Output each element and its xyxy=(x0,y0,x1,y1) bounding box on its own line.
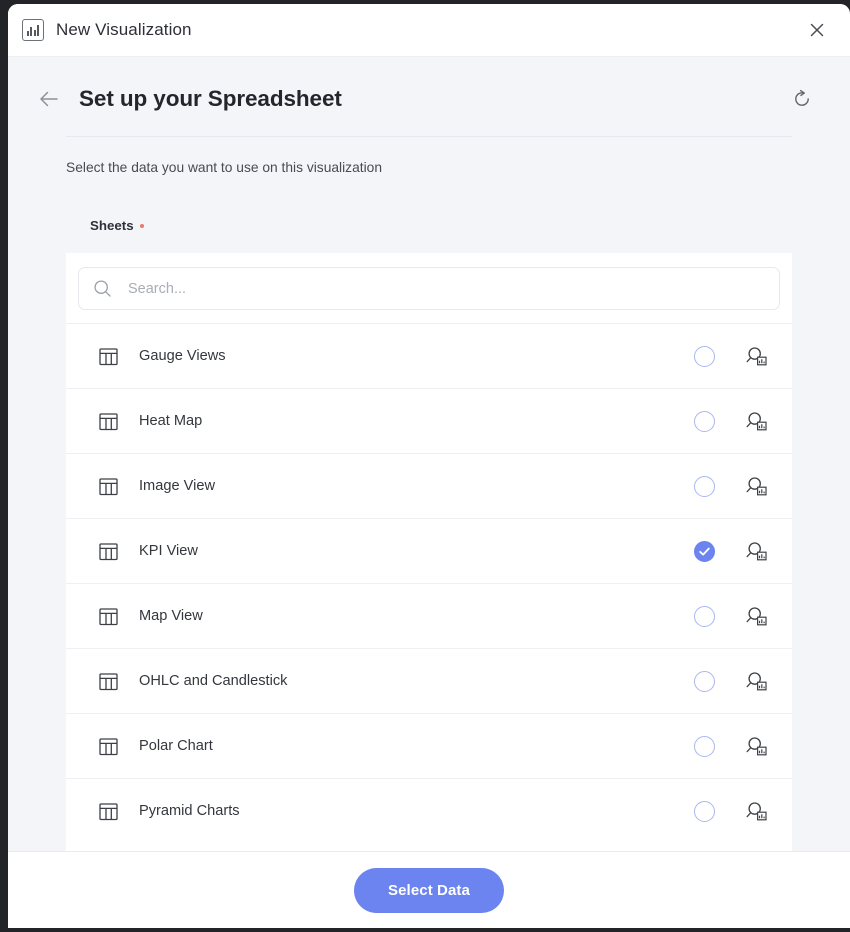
table-grid-icon xyxy=(99,802,118,820)
magnifier-chart-icon[interactable] xyxy=(745,540,768,563)
row-radio-selected[interactable] xyxy=(694,540,715,562)
table-grid-icon xyxy=(98,541,119,562)
magnifier-chart-icon xyxy=(746,541,767,560)
row-radio[interactable] xyxy=(694,670,715,692)
magnifier-chart-icon[interactable] xyxy=(745,345,768,368)
refresh-icon xyxy=(795,89,809,106)
row-radio[interactable] xyxy=(694,735,715,757)
page-title: Set up your Spreadsheet xyxy=(79,86,342,111)
table-grid-icon xyxy=(98,411,119,432)
new-visualization-dialog: New Visualization Set up your Spreadshee… xyxy=(8,4,850,928)
dialog-content: Set up your Spreadsheet Select the data … xyxy=(8,57,850,851)
page-header: Set up your Spreadsheet xyxy=(8,57,850,115)
search-box[interactable] xyxy=(78,267,780,310)
magnifier-chart-icon[interactable] xyxy=(745,605,768,628)
sheets-label-text: Sheets xyxy=(90,218,134,233)
row-label: Heat Map xyxy=(139,413,203,429)
refresh-button[interactable] xyxy=(786,83,818,115)
table-row[interactable]: Gauge Views xyxy=(66,323,792,388)
row-radio[interactable] xyxy=(694,345,715,367)
table-row[interactable]: Pyramid Charts xyxy=(66,778,792,843)
back-button[interactable] xyxy=(34,84,64,114)
table-grid-icon xyxy=(99,542,118,560)
magnifier-chart-icon[interactable] xyxy=(745,410,768,433)
row-label: Pyramid Charts xyxy=(139,803,240,819)
magnifier-chart-icon xyxy=(746,411,767,430)
magnifier-chart-icon xyxy=(746,606,767,625)
close-icon xyxy=(810,23,824,37)
table-grid-icon xyxy=(99,347,118,365)
required-dot-icon xyxy=(139,223,144,228)
table-grid-icon xyxy=(98,671,119,692)
page-subtitle: Select the data you want to use on this … xyxy=(66,160,382,175)
row-label: Gauge Views xyxy=(139,348,226,364)
magnifier-chart-icon[interactable] xyxy=(745,475,768,498)
table-grid-icon xyxy=(98,606,119,627)
table-grid-icon xyxy=(98,801,119,822)
table-grid-icon xyxy=(98,476,119,497)
table-grid-icon xyxy=(99,412,118,430)
magnifier-chart-icon xyxy=(746,346,767,365)
table-grid-icon xyxy=(99,607,118,625)
table-row[interactable]: Map View xyxy=(66,583,792,648)
table-grid-icon xyxy=(98,346,119,367)
dialog-footer: Select Data xyxy=(8,851,850,928)
row-label: Polar Chart xyxy=(139,738,213,754)
magnifier-chart-icon xyxy=(746,801,767,820)
magnifier-chart-icon[interactable] xyxy=(745,735,768,758)
sheets-field-label: Sheets xyxy=(90,218,850,233)
row-radio[interactable] xyxy=(694,605,715,627)
table-row[interactable]: Heat Map xyxy=(66,388,792,453)
sheets-list[interactable]: Gauge Views Heat Map Image View KPI View Map… xyxy=(66,323,792,851)
bar-chart-icon xyxy=(22,19,44,41)
screen: New Visualization Set up your Spreadshee… xyxy=(0,0,850,932)
search-icon xyxy=(94,280,111,297)
header-divider xyxy=(66,136,792,137)
dialog-title: New Visualization xyxy=(56,20,192,39)
search-input[interactable] xyxy=(126,279,765,298)
magnifier-chart-icon xyxy=(746,476,767,495)
row-label: OHLC and Candlestick xyxy=(139,673,288,689)
close-button[interactable] xyxy=(800,13,834,47)
table-grid-icon xyxy=(99,737,118,755)
magnifier-chart-icon[interactable] xyxy=(745,670,768,693)
table-row[interactable]: OHLC and Candlestick xyxy=(66,648,792,713)
row-radio[interactable] xyxy=(694,410,715,432)
select-data-button[interactable]: Select Data xyxy=(354,867,504,913)
sheets-panel: Gauge Views Heat Map Image View KPI View Map… xyxy=(66,253,792,851)
arrow-left-icon xyxy=(40,91,58,107)
row-label: KPI View xyxy=(139,543,198,559)
table-grid-icon xyxy=(99,477,118,495)
table-grid-icon xyxy=(99,672,118,690)
row-label: Image View xyxy=(139,478,215,494)
magnifier-chart-icon[interactable] xyxy=(745,800,768,823)
table-row[interactable]: KPI View xyxy=(66,518,792,583)
table-row[interactable]: Polar Chart xyxy=(66,713,792,778)
table-grid-icon xyxy=(98,736,119,757)
row-radio[interactable] xyxy=(694,475,715,497)
row-radio[interactable] xyxy=(694,800,715,822)
table-row[interactable]: Image View xyxy=(66,453,792,518)
check-icon xyxy=(699,547,710,556)
magnifier-chart-icon xyxy=(746,736,767,755)
dialog-titlebar: New Visualization xyxy=(8,4,850,57)
row-label: Map View xyxy=(139,608,203,624)
magnifier-chart-icon xyxy=(746,671,767,690)
search-container xyxy=(66,253,792,323)
